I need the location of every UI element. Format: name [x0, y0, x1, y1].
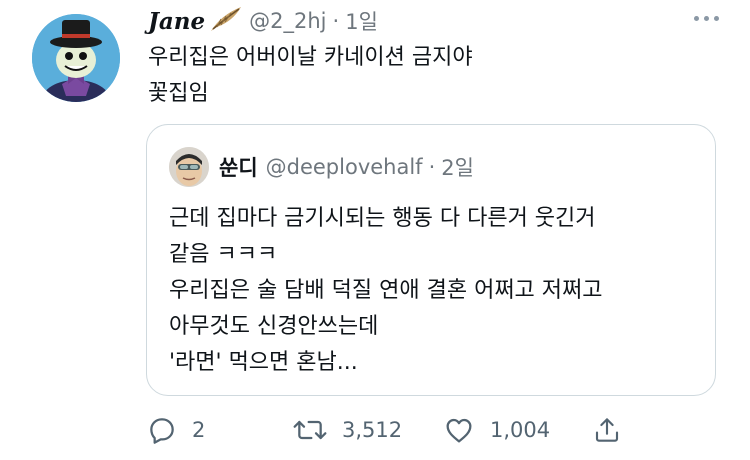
feather-emoji-icon [207, 5, 243, 37]
retweet-button[interactable]: 3,512 [292, 410, 402, 450]
quoted-author-avatar [169, 147, 209, 187]
quoted-tweet-time: 2일 [441, 156, 474, 180]
like-button[interactable]: 1,004 [442, 410, 550, 450]
tweet-action-bar: 2 3,512 1,004 [146, 410, 636, 450]
share-icon [595, 418, 619, 442]
quoted-header-separator: · [428, 155, 436, 179]
more-dots-icon[interactable] [686, 6, 726, 30]
quoted-text-line: 근데 집마다 금기시되는 행동 다 다른거 웃긴거 [169, 206, 596, 231]
reply-bubble-icon [150, 418, 174, 444]
share-button[interactable] [592, 410, 622, 450]
quoted-text-line: '라면' 먹으면 혼남... [169, 350, 358, 375]
quoted-text-line: 우리집은 술 담배 덕질 연애 결혼 어쩌고 저쩌고 [169, 278, 603, 303]
quoted-tweet-text: 근데 집마다 금기시되는 행동 다 다른거 웃긴거 같음 ㅋㅋㅋ 우리집은 술 … [169, 201, 603, 381]
author-avatar[interactable] [32, 14, 120, 102]
heart-icon [446, 418, 472, 443]
dot [693, 15, 699, 21]
reply-count: 2 [192, 418, 206, 442]
header-separator: · [332, 9, 340, 33]
reply-button[interactable]: 2 [146, 410, 205, 450]
tweet-text-line: 꽃집임 [148, 81, 209, 106]
quoted-author-display-name: 쑨디 [219, 156, 258, 180]
author-handle[interactable]: @2_2hj [249, 9, 326, 33]
like-count: 1,004 [490, 418, 551, 442]
retweet-count: 3,512 [342, 418, 403, 442]
quoted-tweet-header: 쑨디 @deeplovehalf · 2일 [169, 147, 474, 187]
dot [713, 15, 719, 21]
quoted-author-handle: @deeplovehalf [265, 155, 423, 179]
quoted-text-line: 같음 ㅋㅋㅋ [169, 242, 278, 267]
author-display-name[interactable]: Jane [148, 8, 205, 35]
retweet-icon [293, 420, 327, 440]
tweet-text-line: 우리집은 어버이날 카네이션 금지야 [148, 45, 473, 70]
dot [703, 15, 709, 21]
tweet-time[interactable]: 1일 [345, 6, 378, 36]
quoted-tweet-card[interactable]: 쑨디 @deeplovehalf · 2일 근데 집마다 금기시되는 행동 다 … [146, 124, 716, 396]
quoted-text-line: 아무것도 신경안쓰는데 [169, 314, 379, 339]
tweet-text: 우리집은 어버이날 카네이션 금지야 꽃집임 [148, 40, 473, 112]
tweet-header: Jane @2_2hj · 1일 [148, 6, 378, 36]
